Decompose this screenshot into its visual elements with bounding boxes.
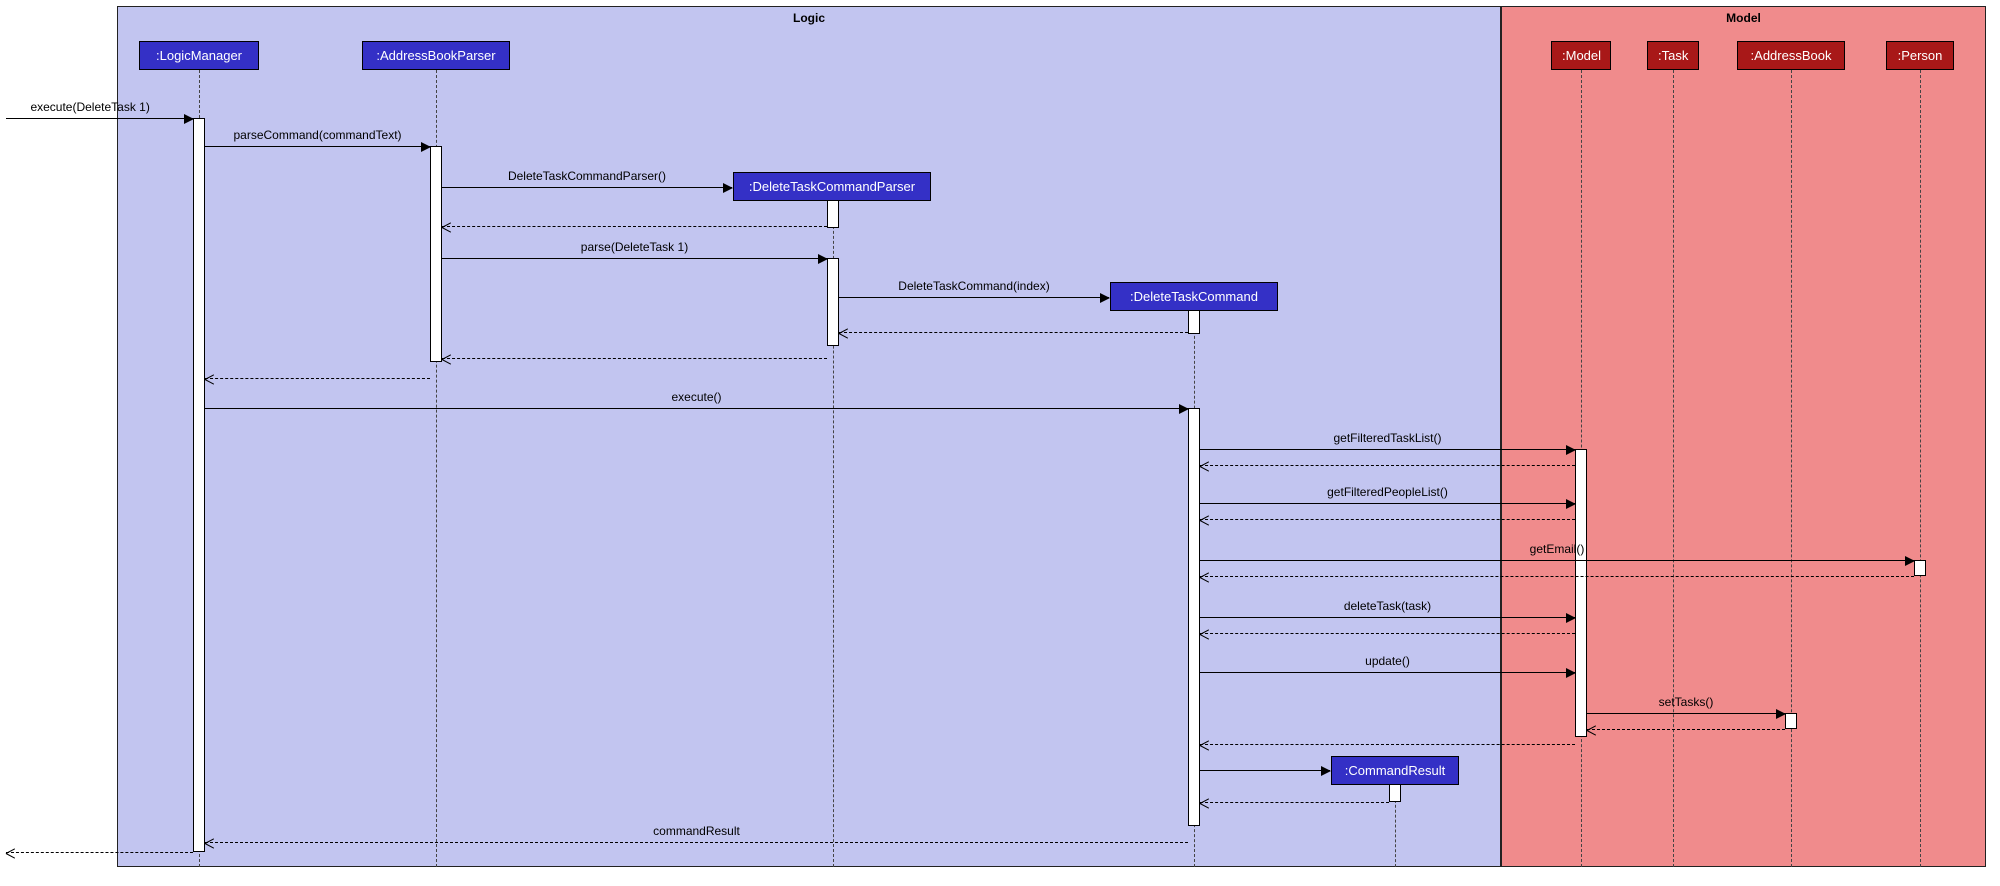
act-logic-manager	[193, 118, 205, 852]
msg-update: update()	[1200, 672, 1575, 673]
msg-parseCommand-ret	[205, 378, 430, 379]
msg-parse-ret	[442, 358, 827, 359]
msg-dtc-ret	[839, 332, 1188, 333]
msg-gfp: getFilteredPeopleList()	[1200, 503, 1575, 504]
act-cr	[1389, 784, 1401, 802]
msg-settasks-ret	[1587, 729, 1785, 730]
msg-parse-command: parseCommand(commandText)	[205, 146, 430, 147]
head-address-book: :AddressBook	[1737, 41, 1845, 70]
frame-logic-title: Logic	[793, 11, 825, 25]
act-dtc-b	[1188, 408, 1200, 826]
msg-deletetask: deleteTask(task)	[1200, 617, 1575, 618]
lifeline-address-book	[1791, 70, 1792, 867]
msg-dtcp-ctor: DeleteTaskCommandParser()	[442, 187, 732, 188]
msg-parse: parse(DeleteTask 1)	[442, 258, 827, 259]
head-delete-task-command-parser: :DeleteTaskCommandParser	[733, 172, 931, 201]
msg-getemail: getEmail()	[1200, 560, 1914, 561]
act-person	[1914, 560, 1926, 576]
msg-gft: getFilteredTaskList()	[1200, 449, 1575, 450]
act-dtcp-b	[827, 258, 839, 346]
msg-deletetask-ret	[1200, 633, 1575, 634]
head-address-book-parser: :AddressBookParser	[362, 41, 510, 70]
msg-gft-ret	[1200, 465, 1575, 466]
head-model: :Model	[1551, 41, 1611, 70]
msg-execute-delete: execute(DeleteTask 1)	[6, 118, 193, 119]
msg-commandresult: commandResult	[205, 842, 1188, 843]
msg-dtcp-ret	[442, 226, 827, 227]
msg-dtc-ctor: DeleteTaskCommand(index)	[839, 297, 1109, 298]
act-dtcp-a	[827, 200, 839, 228]
msg-final-ret	[6, 852, 193, 853]
head-command-result: :CommandResult	[1331, 756, 1459, 785]
head-logic-manager: :LogicManager	[139, 41, 259, 70]
msg-getemail-ret	[1200, 576, 1914, 577]
lifeline-person	[1920, 70, 1921, 867]
head-person: :Person	[1886, 41, 1954, 70]
frame-model-title: Model	[1726, 11, 1761, 25]
msg-cr-create	[1200, 770, 1330, 771]
frame-model: Model	[1501, 6, 1986, 867]
act-ab	[1785, 713, 1797, 729]
act-abp	[430, 146, 442, 362]
msg-settasks: setTasks()	[1587, 713, 1785, 714]
head-task: :Task	[1647, 41, 1699, 70]
head-delete-task-command: :DeleteTaskCommand	[1110, 282, 1278, 311]
act-model	[1575, 449, 1587, 737]
act-dtc-a	[1188, 310, 1200, 334]
msg-update-ret	[1200, 744, 1575, 745]
msg-gfp-ret	[1200, 519, 1575, 520]
msg-cr-ret	[1200, 802, 1389, 803]
msg-execute: execute()	[205, 408, 1188, 409]
lifeline-task	[1673, 70, 1674, 867]
